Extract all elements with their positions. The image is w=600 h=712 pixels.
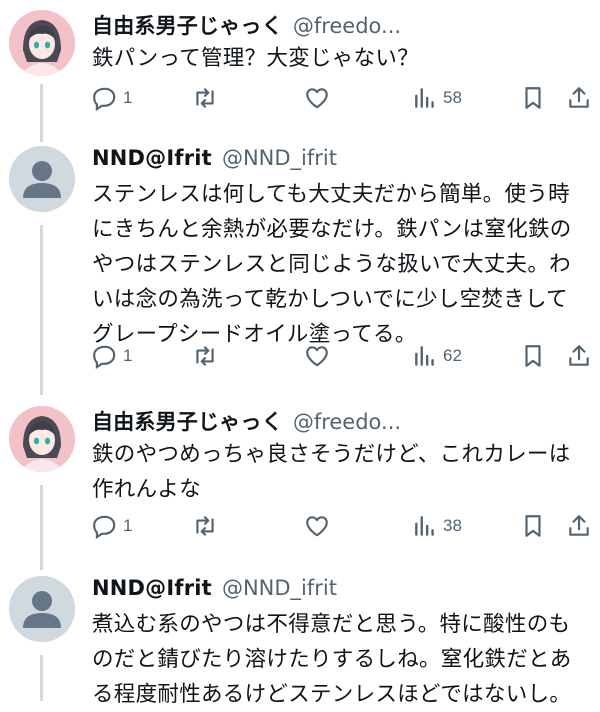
tweet-actions: 1 58 xyxy=(92,83,600,113)
retweet-icon xyxy=(196,516,214,536)
tweet-text: ステンレスは何しても大丈夫だから簡単。使う時にきちんと余熱が必要なだけ。鉄パンは… xyxy=(92,182,572,347)
views-icon xyxy=(415,516,434,536)
retweet-button[interactable] xyxy=(192,511,218,541)
like-button[interactable] xyxy=(304,83,330,113)
bookmark-button[interactable] xyxy=(520,83,546,113)
reply-count: 1 xyxy=(123,346,133,365)
tweet-actions: 1 62 xyxy=(92,341,600,371)
avatar[interactable] xyxy=(9,10,75,76)
author-name[interactable]: NND@Ifrit xyxy=(92,146,212,170)
tweet-text: 鉄パンって管理？大変じゃない？ xyxy=(92,46,420,71)
views-button[interactable]: 38 xyxy=(412,511,462,541)
avatar[interactable] xyxy=(9,576,75,642)
avatar[interactable] xyxy=(9,406,75,472)
bookmark-button[interactable] xyxy=(520,511,546,541)
avatar[interactable] xyxy=(9,146,75,212)
tweet-text: 煮込む系のやつは不得意だと思う。特に酸性のものだと錆びたり溶けたりするしね。窒化… xyxy=(92,612,572,707)
tweet-actions: 1 38 xyxy=(92,511,600,541)
reply-icon xyxy=(93,87,116,111)
like-icon xyxy=(306,88,328,109)
share-icon xyxy=(569,87,589,108)
reply-button[interactable]: 1 xyxy=(92,83,132,113)
author-handle[interactable]: @NND_ifrit xyxy=(222,146,337,170)
like-button[interactable] xyxy=(304,511,330,541)
share-button[interactable] xyxy=(566,83,592,113)
bookmark-button[interactable] xyxy=(520,341,546,371)
bookmark-icon xyxy=(525,87,541,109)
author-handle[interactable]: @NND_ifrit xyxy=(222,576,337,600)
retweet-button[interactable] xyxy=(192,83,218,113)
views-icon xyxy=(415,346,434,366)
reply-icon xyxy=(93,515,116,539)
views-button[interactable]: 58 xyxy=(412,83,462,113)
reply-button[interactable]: 1 xyxy=(92,341,132,371)
reply-count: 1 xyxy=(123,516,133,535)
share-button[interactable] xyxy=(566,341,592,371)
like-button[interactable] xyxy=(304,341,330,371)
views-count: 62 xyxy=(443,346,462,365)
like-icon xyxy=(306,516,328,537)
reply-count: 1 xyxy=(123,88,133,107)
views-count: 58 xyxy=(443,88,462,107)
retweet-icon xyxy=(196,88,214,108)
author-name[interactable]: 自由系男子じゃっく xyxy=(92,10,283,40)
share-button[interactable] xyxy=(566,511,592,541)
tweet[interactable]: NND@Ifrit @NND_ifrit 煮込む系のやつは不得意だと思う。特に酸… xyxy=(0,576,600,707)
views-count: 38 xyxy=(443,516,462,535)
retweet-button[interactable] xyxy=(192,341,218,371)
tweet[interactable]: 自由系男子じゃっく @freedo... 鉄のやつめっちゃ良さそうだけど、これカ… xyxy=(0,406,600,556)
author-name[interactable]: 自由系男子じゃっく xyxy=(92,406,283,436)
views-button[interactable]: 62 xyxy=(412,341,462,371)
author-handle[interactable]: @freedo... xyxy=(293,410,401,434)
reply-button[interactable]: 1 xyxy=(92,511,132,541)
bookmark-icon xyxy=(525,515,541,537)
tweet[interactable]: NND@Ifrit @NND_ifrit ステンレスは何しても大丈夫だから簡単。… xyxy=(0,146,600,386)
bookmark-icon xyxy=(525,345,541,367)
views-icon xyxy=(415,88,434,108)
tweet[interactable]: 自由系男子じゃっく @freedo... 鉄パンって管理？大変じゃない？ 1 5… xyxy=(0,10,600,125)
author-name[interactable]: NND@Ifrit xyxy=(92,576,212,600)
like-icon xyxy=(306,346,328,367)
share-icon xyxy=(569,345,589,366)
tweet-text: 鉄のやつめっちゃ良さそうだけど、これカレーは作れんよな xyxy=(92,442,571,502)
author-handle[interactable]: @freedo... xyxy=(293,14,401,38)
reply-icon xyxy=(93,345,116,369)
retweet-icon xyxy=(196,346,214,366)
share-icon xyxy=(569,515,589,536)
